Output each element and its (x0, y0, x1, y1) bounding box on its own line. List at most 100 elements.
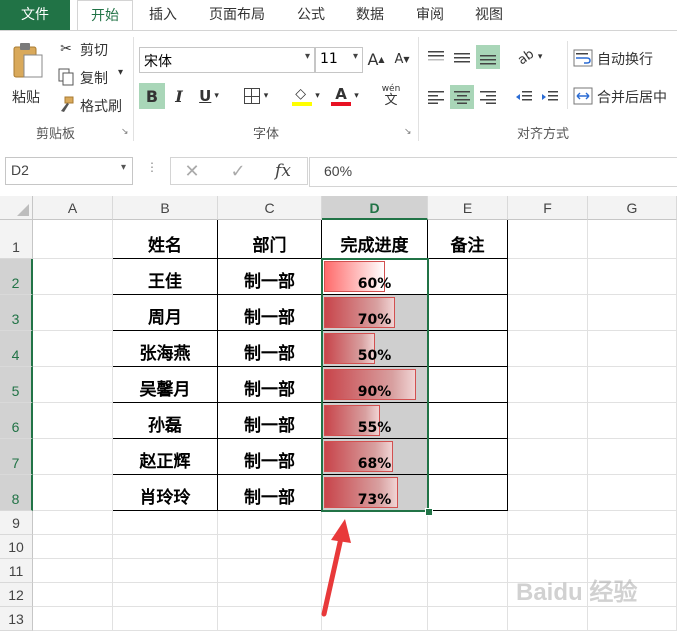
wrap-text-button[interactable]: 自动换行 (573, 47, 673, 69)
cell-a2[interactable] (33, 259, 113, 295)
column-header-g[interactable]: G (588, 196, 677, 220)
cell-b2[interactable]: 王佳 (113, 259, 218, 295)
format-painter-button[interactable]: 格式刷 (56, 95, 132, 115)
phonetic-button[interactable]: wén 文 (374, 81, 408, 111)
cell-d13[interactable] (322, 607, 428, 631)
cell-g4[interactable] (588, 331, 677, 367)
cell-b8[interactable]: 肖玲玲 (113, 475, 218, 511)
cell-b12[interactable] (113, 583, 218, 607)
cell-e7[interactable] (428, 439, 508, 475)
cell-f2[interactable] (508, 259, 588, 295)
cell-a5[interactable] (33, 367, 113, 403)
cell-b11[interactable] (113, 559, 218, 583)
cell-a8[interactable] (33, 475, 113, 511)
cell-f3[interactable] (508, 295, 588, 331)
tab-home[interactable]: 开始 (77, 0, 133, 31)
column-header-b[interactable]: B (113, 196, 218, 220)
cell-a3[interactable] (33, 295, 113, 331)
dialog-launcher-icon[interactable]: ↘ (121, 127, 129, 137)
cell-d9[interactable] (322, 511, 428, 535)
row-header-3[interactable]: 3 (0, 295, 33, 331)
tab-data[interactable]: 数据 (345, 0, 395, 30)
align-left-button[interactable] (424, 85, 448, 109)
row-header-10[interactable]: 10 (0, 535, 33, 559)
cell-d11[interactable] (322, 559, 428, 583)
row-header-8[interactable]: 8 (0, 475, 33, 511)
row-header-12[interactable]: 12 (0, 583, 33, 607)
cell-c3[interactable]: 制一部 (218, 295, 322, 331)
cell-b4[interactable]: 张海燕 (113, 331, 218, 367)
cell-d12[interactable] (322, 583, 428, 607)
cell-e13[interactable] (428, 607, 508, 631)
cell-f10[interactable] (508, 535, 588, 559)
chevron-down-icon[interactable]: ▾ (118, 67, 123, 78)
column-header-a[interactable]: A (33, 196, 113, 220)
cell-f1[interactable] (508, 220, 588, 259)
tab-review[interactable]: 审阅 (405, 0, 455, 30)
cut-button[interactable]: ✂ 剪切 (56, 39, 126, 59)
cell-g7[interactable] (588, 439, 677, 475)
cell-b6[interactable]: 孙磊 (113, 403, 218, 439)
font-name-select[interactable]: 宋体 ▾ (139, 47, 315, 73)
align-bottom-button[interactable] (476, 45, 500, 69)
cell-e12[interactable] (428, 583, 508, 607)
column-header-d[interactable]: D (322, 196, 428, 220)
cell-c12[interactable] (218, 583, 322, 607)
copy-button[interactable]: 复制 ▾ (56, 67, 132, 87)
column-header-c[interactable]: C (218, 196, 322, 220)
cell-b3[interactable]: 周月 (113, 295, 218, 331)
cell-b7[interactable]: 赵正辉 (113, 439, 218, 475)
row-header-11[interactable]: 11 (0, 559, 33, 583)
cell-c6[interactable]: 制一部 (218, 403, 322, 439)
cell-e8[interactable] (428, 475, 508, 511)
underline-button[interactable]: U ▾ (193, 83, 225, 109)
cell-e10[interactable] (428, 535, 508, 559)
cell-e6[interactable] (428, 403, 508, 439)
decrease-indent-button[interactable] (512, 85, 536, 109)
cell-a9[interactable] (33, 511, 113, 535)
row-header-4[interactable]: 4 (0, 331, 33, 367)
row-header-1[interactable]: 1 (0, 220, 33, 259)
cell-e4[interactable] (428, 331, 508, 367)
cell-c13[interactable] (218, 607, 322, 631)
cell-c4[interactable]: 制一部 (218, 331, 322, 367)
tab-file[interactable]: 文件 (0, 0, 70, 30)
align-center-button[interactable] (450, 85, 474, 109)
cell-c5[interactable]: 制一部 (218, 367, 322, 403)
cell-e9[interactable] (428, 511, 508, 535)
grow-font-button[interactable]: A ▲ (366, 47, 386, 71)
cell-b5[interactable]: 吴馨月 (113, 367, 218, 403)
cell-a7[interactable] (33, 439, 113, 475)
row-header-9[interactable]: 9 (0, 511, 33, 535)
cell-e3[interactable] (428, 295, 508, 331)
cell-g2[interactable] (588, 259, 677, 295)
cell-c1[interactable]: 部门 (218, 220, 322, 259)
merge-center-button[interactable]: 合并后居中 (573, 85, 677, 107)
cell-a10[interactable] (33, 535, 113, 559)
shrink-font-button[interactable]: A ▼ (392, 47, 412, 71)
select-all-corner[interactable] (0, 196, 33, 220)
cell-c2[interactable]: 制一部 (218, 259, 322, 295)
cell-g5[interactable] (588, 367, 677, 403)
borders-button[interactable]: ▾ (238, 83, 274, 109)
row-header-6[interactable]: 6 (0, 403, 33, 439)
align-middle-button[interactable] (450, 45, 474, 69)
cell-g8[interactable] (588, 475, 677, 511)
cell-c10[interactable] (218, 535, 322, 559)
cell-c9[interactable] (218, 511, 322, 535)
enter-icon[interactable]: ✓ (225, 160, 251, 182)
cell-g6[interactable] (588, 403, 677, 439)
font-size-select[interactable]: 11 ▾ (315, 47, 363, 73)
cell-f4[interactable] (508, 331, 588, 367)
cell-a11[interactable] (33, 559, 113, 583)
insert-function-icon[interactable]: fx (269, 160, 297, 182)
cell-f9[interactable] (508, 511, 588, 535)
cell-b10[interactable] (113, 535, 218, 559)
row-header-2[interactable]: 2 (0, 259, 33, 295)
cell-f8[interactable] (508, 475, 588, 511)
cell-b13[interactable] (113, 607, 218, 631)
align-right-button[interactable] (476, 85, 500, 109)
name-box[interactable]: D2 ▾ (5, 157, 133, 185)
dialog-launcher-icon[interactable]: ↘ (404, 127, 412, 137)
cell-a4[interactable] (33, 331, 113, 367)
